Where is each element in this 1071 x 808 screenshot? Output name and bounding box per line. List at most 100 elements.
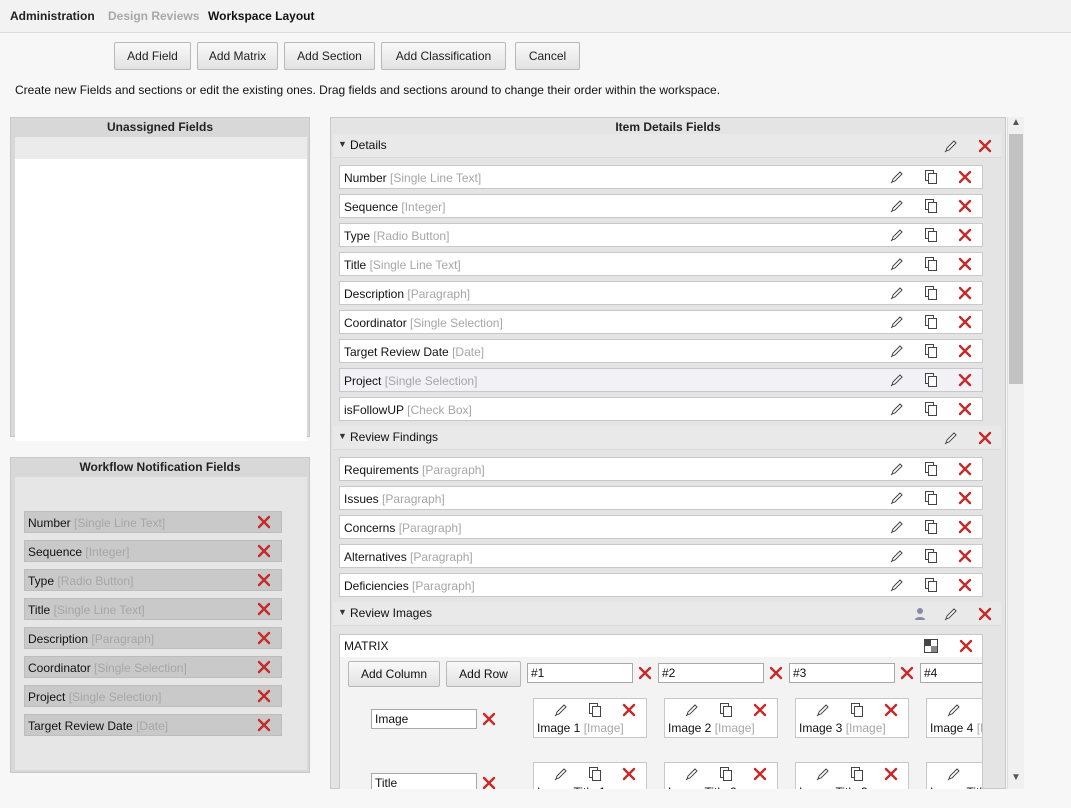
scrollbar-thumb[interactable] (1009, 134, 1023, 384)
field-row[interactable]: Description [Paragraph] (339, 281, 983, 305)
field-row[interactable]: Sequence [Integer] (339, 194, 983, 218)
pencil-icon[interactable] (553, 702, 569, 718)
section-header[interactable]: ▼ Review Images (333, 602, 1001, 626)
field-row[interactable]: Alternatives [Paragraph] (339, 544, 983, 568)
collapse-triangle-icon[interactable]: ▼ (338, 607, 347, 617)
delete-x-icon[interactable] (958, 344, 974, 360)
add-column-button[interactable]: Add Column (348, 661, 440, 687)
delete-x-icon[interactable] (257, 660, 271, 677)
copy-icon[interactable] (923, 256, 939, 272)
field-row[interactable]: isFollowUP [Check Box] (339, 397, 983, 421)
cancel-button[interactable]: Cancel (515, 42, 580, 70)
matrix-settings-icon[interactable] (923, 638, 939, 654)
pencil-icon[interactable] (553, 766, 569, 782)
delete-x-icon[interactable] (958, 228, 974, 244)
scroll-up-arrow-icon[interactable]: ▲ (1008, 117, 1024, 133)
delete-x-icon[interactable] (257, 544, 271, 561)
column-name-input[interactable]: #2 (658, 663, 764, 683)
breadcrumb-administration[interactable]: Administration (10, 9, 95, 23)
delete-x-icon[interactable] (638, 666, 654, 682)
pencil-icon[interactable] (889, 461, 905, 477)
workflow-field-row[interactable]: Target Review Date [Date] (24, 714, 282, 736)
pencil-icon[interactable] (889, 169, 905, 185)
field-row[interactable]: Requirements [Paragraph] (339, 457, 983, 481)
delete-x-icon[interactable] (257, 689, 271, 706)
section-header[interactable]: ▼ Details (333, 134, 1001, 158)
matrix-cell[interactable]: Image 3 [Image] (795, 698, 909, 738)
field-row[interactable]: Title [Single Line Text] (339, 252, 983, 276)
workflow-field-row[interactable]: Sequence [Integer] (24, 540, 282, 562)
copy-icon[interactable] (923, 461, 939, 477)
pencil-icon[interactable] (889, 519, 905, 535)
field-row[interactable]: Concerns [Paragraph] (339, 515, 983, 539)
pencil-icon[interactable] (943, 430, 959, 446)
delete-x-icon[interactable] (958, 578, 974, 594)
delete-x-icon[interactable] (958, 199, 974, 215)
row-name-input[interactable]: Title (371, 773, 477, 789)
matrix-cell[interactable]: Image Title 4 (926, 762, 982, 789)
delete-x-icon[interactable] (958, 315, 974, 331)
collapse-triangle-icon[interactable]: ▼ (338, 431, 347, 441)
pencil-icon[interactable] (889, 372, 905, 388)
workflow-field-row[interactable]: Project [Single Selection] (24, 685, 282, 707)
delete-x-icon[interactable] (622, 703, 638, 719)
pencil-icon[interactable] (889, 285, 905, 301)
delete-x-icon[interactable] (978, 607, 994, 623)
add-row-button[interactable]: Add Row (446, 661, 521, 687)
unassigned-fields-dropzone[interactable] (15, 137, 307, 441)
delete-x-icon[interactable] (958, 402, 974, 418)
copy-icon[interactable] (923, 314, 939, 330)
pencil-icon[interactable] (946, 766, 962, 782)
matrix-cell[interactable]: Image Title 1 (533, 762, 647, 789)
pencil-icon[interactable] (889, 401, 905, 417)
delete-x-icon[interactable] (482, 712, 498, 728)
pencil-icon[interactable] (889, 577, 905, 593)
copy-icon[interactable] (718, 702, 734, 718)
delete-x-icon[interactable] (257, 573, 271, 590)
matrix-cell[interactable]: Image 4 [Image] (926, 698, 982, 738)
pencil-icon[interactable] (889, 256, 905, 272)
column-name-input[interactable]: #3 (789, 663, 895, 683)
delete-x-icon[interactable] (884, 767, 900, 783)
field-row[interactable]: Target Review Date [Date] (339, 339, 983, 363)
delete-x-icon[interactable] (978, 139, 994, 155)
copy-icon[interactable] (923, 227, 939, 243)
workflow-field-row[interactable]: Coordinator [Single Selection] (24, 656, 282, 678)
workflow-field-row[interactable]: Number [Single Line Text] (24, 511, 282, 533)
delete-x-icon[interactable] (482, 776, 498, 789)
delete-x-icon[interactable] (978, 431, 994, 447)
pencil-icon[interactable] (889, 343, 905, 359)
pencil-icon[interactable] (815, 702, 831, 718)
copy-icon[interactable] (980, 702, 982, 718)
copy-icon[interactable] (587, 766, 603, 782)
advanced-icon[interactable] (912, 606, 928, 622)
add-field-button[interactable]: Add Field (114, 42, 191, 70)
delete-x-icon[interactable] (257, 631, 271, 648)
delete-x-icon[interactable] (958, 549, 974, 565)
section-header[interactable]: ▼ Review Findings (333, 426, 1001, 450)
delete-x-icon[interactable] (753, 703, 769, 719)
copy-icon[interactable] (923, 343, 939, 359)
copy-icon[interactable] (849, 766, 865, 782)
scroll-down-arrow-icon[interactable]: ▼ (1008, 772, 1024, 788)
pencil-icon[interactable] (684, 766, 700, 782)
add-classification-button[interactable]: Add Classification (381, 42, 506, 70)
copy-icon[interactable] (923, 577, 939, 593)
matrix-cell[interactable]: Image Title 3 (795, 762, 909, 789)
field-row[interactable]: Number [Single Line Text] (339, 165, 983, 189)
pencil-icon[interactable] (943, 606, 959, 622)
delete-x-icon[interactable] (622, 767, 638, 783)
copy-icon[interactable] (923, 198, 939, 214)
delete-x-icon[interactable] (753, 767, 769, 783)
delete-x-icon[interactable] (958, 520, 974, 536)
field-row[interactable]: Type [Radio Button] (339, 223, 983, 247)
delete-x-icon[interactable] (257, 602, 271, 619)
collapse-triangle-icon[interactable]: ▼ (338, 139, 347, 149)
workflow-field-row[interactable]: Type [Radio Button] (24, 569, 282, 591)
workflow-field-row[interactable]: Description [Paragraph] (24, 627, 282, 649)
delete-x-icon[interactable] (958, 170, 974, 186)
copy-icon[interactable] (923, 519, 939, 535)
pencil-icon[interactable] (684, 702, 700, 718)
pencil-icon[interactable] (889, 198, 905, 214)
pencil-icon[interactable] (889, 548, 905, 564)
